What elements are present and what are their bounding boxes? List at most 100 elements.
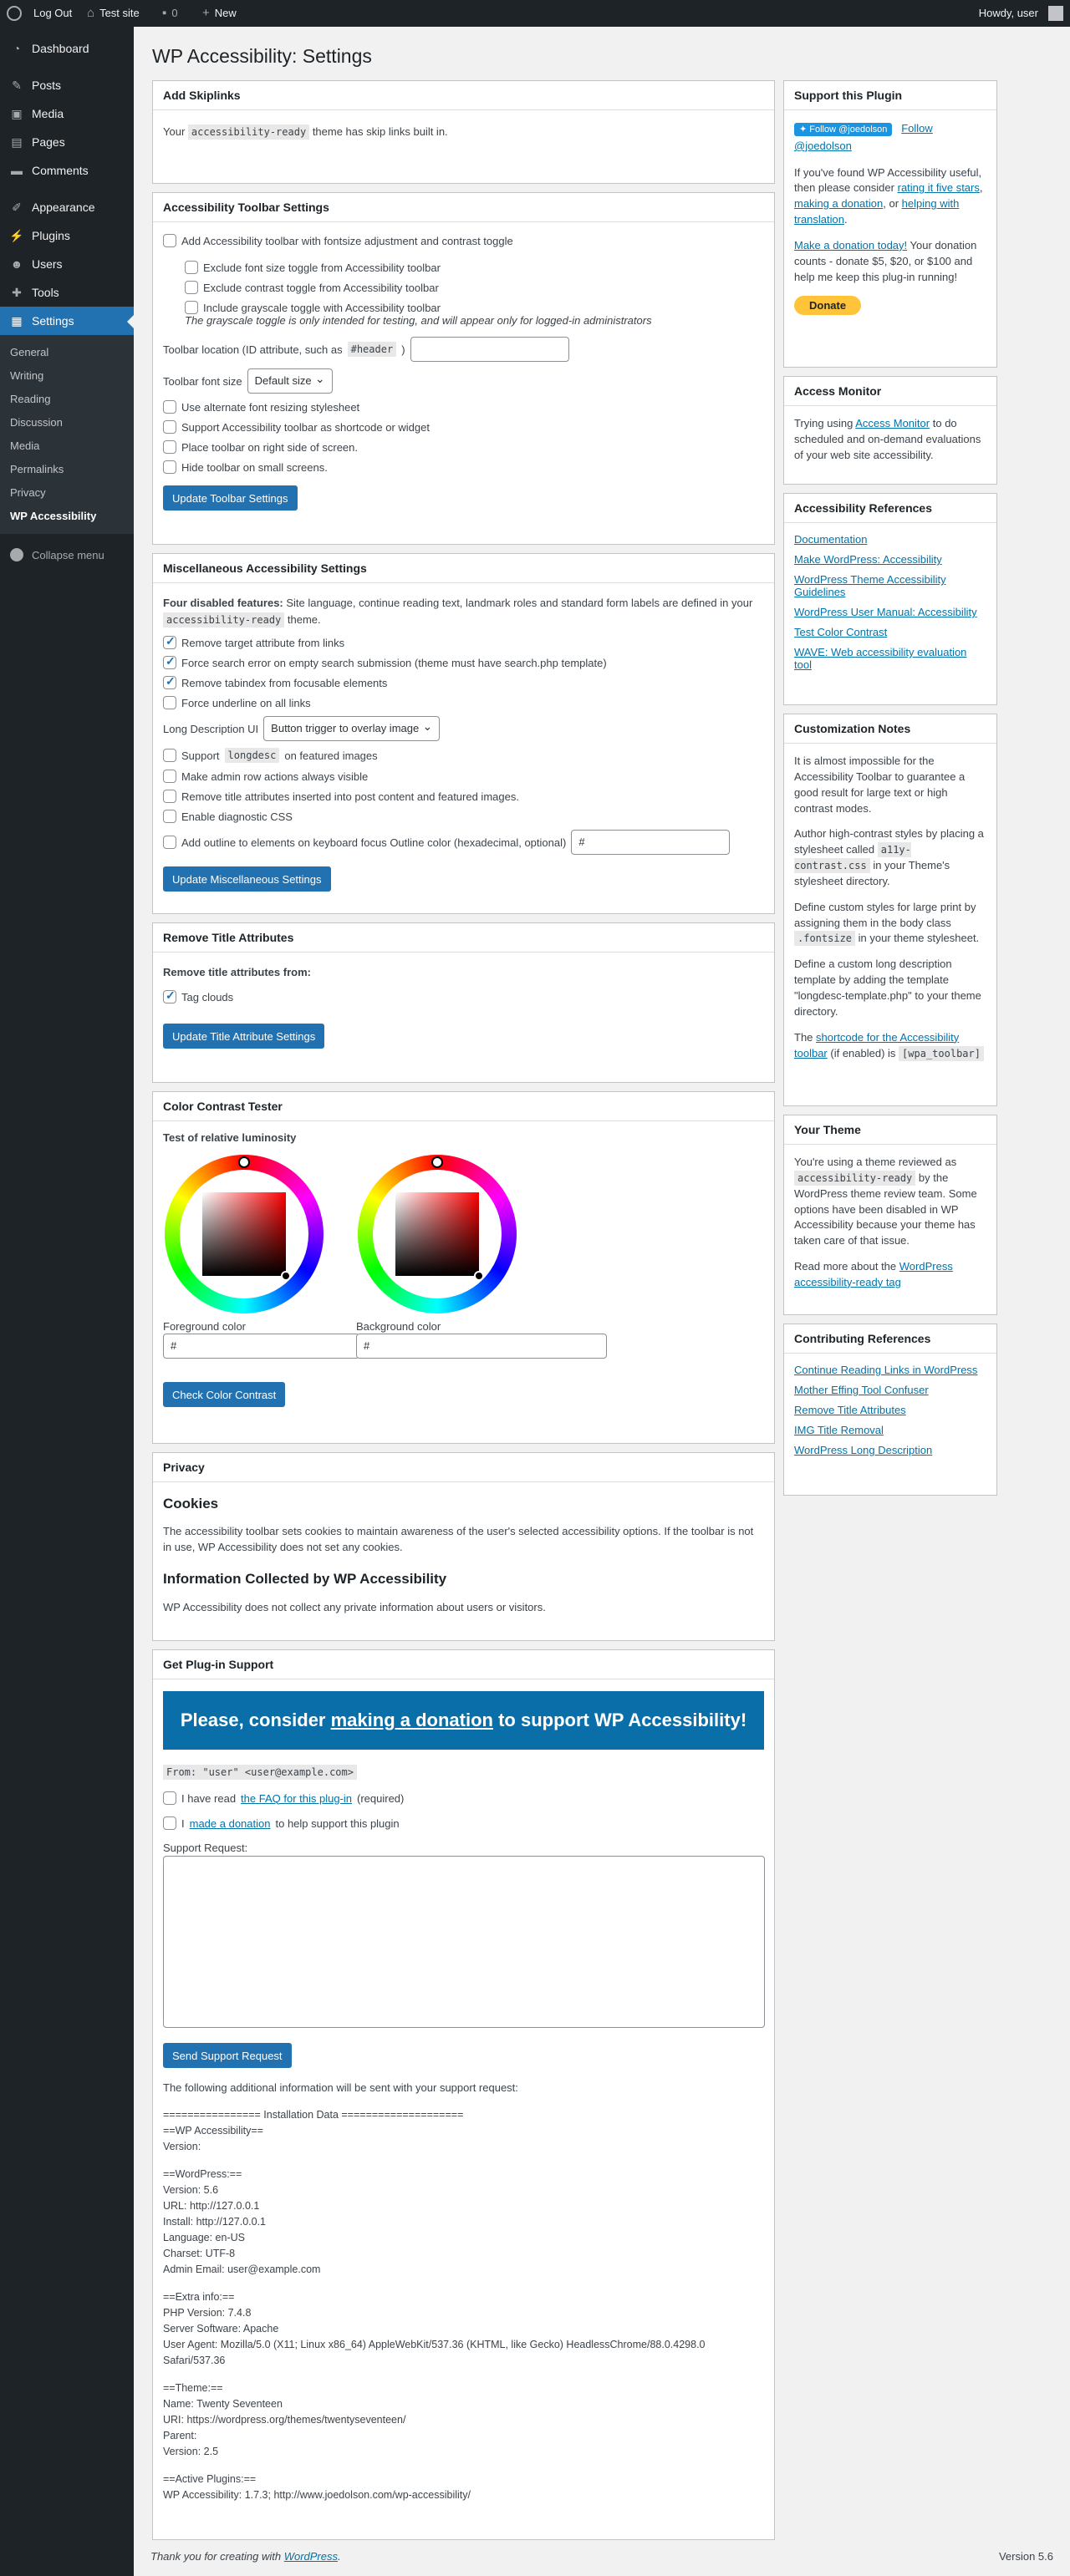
collapse-menu-button[interactable]: Collapse menu [0, 541, 134, 569]
contrib-link[interactable]: Remove Title Attributes [794, 1404, 906, 1416]
tag-clouds-option[interactable]: Tag clouds [163, 988, 764, 1003]
admin-rows-option[interactable]: Make admin row actions always visible [163, 770, 764, 783]
force-underline-checkbox[interactable] [163, 696, 176, 709]
hue-marker-icon[interactable] [431, 1156, 443, 1168]
submenu-general[interactable]: General [0, 341, 134, 364]
submenu-permalinks[interactable]: Permalinks [0, 458, 134, 481]
exclude-font-option[interactable]: Exclude font size toggle from Accessibil… [185, 261, 764, 274]
add-toolbar-option[interactable]: Add Accessibility toolbar with fontsize … [163, 234, 764, 247]
update-titles-button[interactable]: Update Title Attribute Settings [163, 1024, 325, 1049]
diag-css-option[interactable]: Enable diagnostic CSS [163, 810, 764, 823]
support-longdesc-checkbox[interactable] [163, 749, 176, 762]
force-search-option[interactable]: Force search error on empty search submi… [163, 654, 764, 669]
wordpress-link[interactable]: WordPress [284, 2550, 338, 2563]
alt-font-checkbox[interactable] [163, 400, 176, 414]
menu-comments[interactable]: ▬ Comments [0, 156, 134, 185]
menu-dashboard[interactable]: ◔ Dashboard [0, 34, 134, 63]
menu-media[interactable]: ▣ Media [0, 99, 134, 128]
outline-checkbox[interactable] [163, 836, 176, 849]
donation-checkbox[interactable] [163, 1816, 176, 1830]
admin-rows-checkbox[interactable] [163, 770, 176, 783]
donation-link[interactable]: made a donation [190, 1817, 271, 1830]
submenu-media[interactable]: Media [0, 434, 134, 458]
faq-checkbox[interactable] [163, 1791, 176, 1805]
shade-marker-icon[interactable] [281, 1271, 291, 1281]
contrib-link[interactable]: IMG Title Removal [794, 1424, 884, 1436]
diag-css-checkbox[interactable] [163, 810, 176, 823]
grayscale-checkbox[interactable] [185, 301, 198, 314]
shade-marker-icon[interactable] [474, 1271, 484, 1281]
force-search-checkbox[interactable] [163, 654, 176, 669]
font-size-select[interactable]: Default size [247, 367, 333, 394]
reference-link[interactable]: WordPress User Manual: Accessibility [794, 606, 977, 618]
logout-link[interactable]: Log Out [33, 0, 72, 27]
support-longdesc-option[interactable]: Support longdesc on featured images [163, 748, 764, 763]
right-side-option[interactable]: Place toolbar on right side of screen. [163, 440, 764, 454]
hide-small-checkbox[interactable] [163, 460, 176, 474]
update-toolbar-button[interactable]: Update Toolbar Settings [163, 485, 298, 511]
toolbar-location-input[interactable] [410, 337, 569, 362]
background-color-wheel[interactable] [358, 1155, 517, 1313]
remove-tabindex-checkbox[interactable] [163, 674, 176, 689]
background-color-input[interactable]: # [356, 1334, 607, 1359]
support-request-textarea[interactable] [163, 1856, 765, 2028]
donate-today-link[interactable]: Make a donation today! [794, 239, 907, 252]
account-menu[interactable]: Howdy, user [979, 0, 1063, 27]
comments-link[interactable]: ▪ 0 [162, 0, 178, 27]
rating-link[interactable]: rating it five stars [898, 181, 980, 194]
remove-target-checkbox[interactable] [163, 634, 176, 649]
menu-tools[interactable]: ✚ Tools [0, 278, 134, 307]
outline-color-input[interactable]: # [571, 830, 731, 855]
reference-link[interactable]: WordPress Theme Accessibility Guidelines [794, 573, 946, 598]
menu-plugins[interactable]: ⚡ Plugins [0, 221, 134, 250]
longdesc-select[interactable]: Button trigger to overlay image [263, 714, 441, 741]
remove-target-option[interactable]: Remove target attribute from links [163, 634, 764, 649]
site-link[interactable]: ⌂ Test site [87, 0, 140, 27]
shortcode-option[interactable]: Support Accessibility toolbar as shortco… [163, 420, 764, 434]
submenu-privacy[interactable]: Privacy [0, 481, 134, 505]
hide-small-option[interactable]: Hide toolbar on small screens. [163, 460, 764, 474]
contrib-link[interactable]: WordPress Long Description [794, 1444, 932, 1456]
add-toolbar-checkbox[interactable] [163, 234, 176, 247]
check-contrast-button[interactable]: Check Color Contrast [163, 1382, 286, 1407]
submenu-writing[interactable]: Writing [0, 364, 134, 388]
remove-tabindex-option[interactable]: Remove tabindex from focusable elements [163, 674, 764, 689]
foreground-color-wheel[interactable] [165, 1155, 324, 1313]
outline-option[interactable]: Add outline to elements on keyboard focu… [163, 830, 764, 855]
menu-settings[interactable]: ▦ Settings [0, 307, 134, 335]
reference-link[interactable]: Test Color Contrast [794, 626, 887, 638]
shortcode-checkbox[interactable] [163, 420, 176, 434]
exclude-contrast-option[interactable]: Exclude contrast toggle from Accessibili… [185, 281, 764, 294]
force-underline-option[interactable]: Force underline on all links [163, 696, 764, 709]
alt-font-option[interactable]: Use alternate font resizing stylesheet [163, 400, 764, 414]
menu-posts[interactable]: ✎ Posts [0, 71, 134, 99]
follow-link[interactable]: Follow [901, 122, 933, 135]
exclude-contrast-checkbox[interactable] [185, 281, 198, 294]
reference-link[interactable]: Make WordPress: Accessibility [794, 553, 942, 566]
submenu-discussion[interactable]: Discussion [0, 411, 134, 434]
making-donation-link[interactable]: making a donation [794, 197, 883, 210]
remove-title-checkbox[interactable] [163, 790, 176, 803]
donation-option[interactable]: Imade a donation to help support this plu… [163, 1816, 764, 1830]
banner-donation-link[interactable]: making a donation [331, 1710, 493, 1730]
contrib-link[interactable]: Continue Reading Links in WordPress [794, 1364, 977, 1376]
grayscale-option[interactable]: Include grayscale toggle with Accessibil… [185, 301, 764, 314]
faq-option[interactable]: I have read the FAQ for this plug-in (requ… [163, 1791, 764, 1805]
new-link[interactable]: + New [202, 0, 237, 27]
joedolson-link[interactable]: @joedolson [794, 140, 852, 152]
access-monitor-link[interactable]: Access Monitor [855, 417, 930, 429]
right-side-checkbox[interactable] [163, 440, 176, 454]
send-support-button[interactable]: Send Support Request [163, 2043, 292, 2068]
contrib-link[interactable]: Mother Effing Tool Confuser [794, 1384, 929, 1396]
foreground-color-input[interactable]: # [163, 1334, 359, 1359]
tag-clouds-checkbox[interactable] [163, 988, 176, 1003]
paypal-donate-button[interactable]: Donate [794, 295, 862, 315]
remove-title-option[interactable]: Remove title attributes inserted into po… [163, 790, 764, 803]
faq-link[interactable]: the FAQ for this plug-in [241, 1792, 352, 1805]
reference-link[interactable]: Documentation [794, 533, 867, 546]
hue-marker-icon[interactable] [238, 1156, 250, 1168]
submenu-reading[interactable]: Reading [0, 388, 134, 411]
menu-pages[interactable]: ▤ Pages [0, 128, 134, 156]
exclude-font-checkbox[interactable] [185, 261, 198, 274]
menu-appearance[interactable]: ✐ Appearance [0, 193, 134, 221]
